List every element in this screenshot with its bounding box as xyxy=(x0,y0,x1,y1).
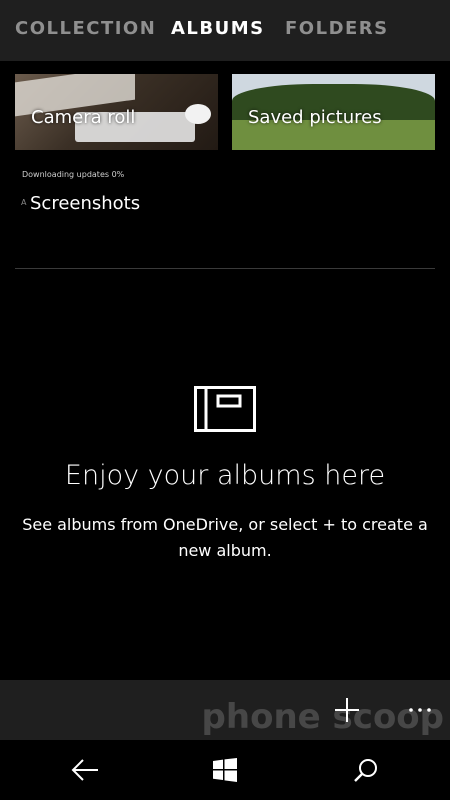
tab-collection[interactable]: COLLECTION xyxy=(15,18,156,39)
album-book-icon xyxy=(194,386,256,432)
download-status-text: Downloading updates 0% xyxy=(22,170,125,179)
empty-state-description: See albums from OneDrive, or select + to… xyxy=(22,515,428,560)
divider xyxy=(15,268,435,269)
system-nav-bar xyxy=(0,740,450,800)
back-button[interactable] xyxy=(55,740,115,800)
windows-logo-icon xyxy=(213,758,237,782)
tab-albums[interactable]: ALBUMS xyxy=(171,18,265,39)
pivot-tab-bar: COLLECTION ALBUMS FOLDERS xyxy=(0,0,450,61)
back-arrow-icon xyxy=(71,759,98,781)
watermark-logo: phone scoop xyxy=(201,697,444,737)
album-tile-camera-roll[interactable]: Camera roll xyxy=(15,74,218,150)
tab-folders[interactable]: FOLDERS xyxy=(285,18,389,39)
album-label: Saved pictures xyxy=(248,107,382,128)
search-button[interactable] xyxy=(336,740,396,800)
empty-state-title: Enjoy your albums here xyxy=(64,460,386,491)
album-tile-screenshots[interactable]: Screenshots xyxy=(30,193,140,214)
album-label: Camera roll xyxy=(31,107,136,128)
start-button[interactable] xyxy=(195,740,255,800)
album-tile-saved-pictures[interactable]: Saved pictures xyxy=(232,74,435,150)
search-icon xyxy=(354,759,377,782)
ghost-text: A xyxy=(21,198,27,207)
